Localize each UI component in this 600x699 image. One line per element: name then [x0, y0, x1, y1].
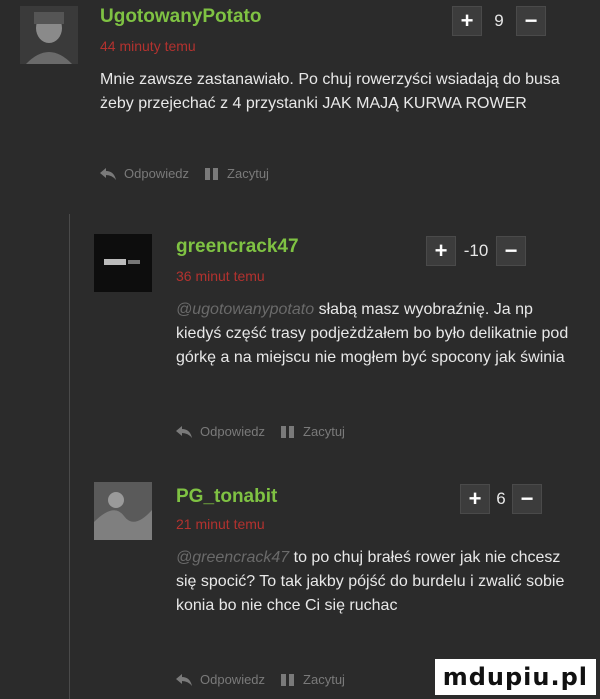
reply-icon [176, 425, 192, 438]
downvote-button[interactable]: − [496, 236, 526, 266]
vote-widget: + -10 − [426, 236, 526, 266]
vote-widget: + 6 − [460, 484, 542, 514]
vote-count: 9 [494, 11, 504, 30]
avatar[interactable] [94, 234, 152, 292]
upvote-button[interactable]: + [426, 236, 456, 266]
quote-button[interactable]: Zacytuj [205, 166, 269, 181]
comment-username[interactable]: UgotowanyPotato [100, 6, 262, 28]
reply-label: Odpowiedz [124, 166, 190, 181]
reply-icon [176, 673, 192, 686]
comment-time: 21 minut temu [176, 516, 265, 532]
quote-icon [281, 673, 295, 686]
comment-mention[interactable]: @greencrack47 [176, 549, 289, 566]
vote-count: -10 [463, 241, 489, 260]
quote-icon [281, 425, 295, 438]
comment-actions: Odpowiedz Zacytuj [176, 424, 345, 439]
quote-label: Zacytuj [303, 672, 345, 687]
reply-button[interactable]: Odpowiedz [176, 672, 265, 687]
upvote-button[interactable]: + [452, 6, 482, 36]
reply-button[interactable]: Odpowiedz [176, 424, 265, 439]
downvote-button[interactable]: − [512, 484, 542, 514]
comment-actions: Odpowiedz Zacytuj [176, 672, 345, 687]
downvote-button[interactable]: − [516, 6, 546, 36]
comment-mention[interactable]: @ugotowanypotato [176, 301, 314, 318]
quote-icon [205, 167, 219, 180]
avatar[interactable] [20, 6, 78, 64]
vote-widget: + 9 − [452, 6, 546, 36]
comment-username[interactable]: PG_tonabit [176, 486, 277, 508]
comment-text: Mnie zawsze zastanawiało. Po chuj rowerz… [100, 71, 560, 112]
reply-label: Odpowiedz [200, 672, 266, 687]
comment-time: 36 minut temu [176, 268, 265, 284]
quote-button[interactable]: Zacytuj [281, 424, 345, 439]
comment-body: @ugotowanypotato słabą masz wyobraźnię. … [176, 298, 570, 370]
comment-body: Mnie zawsze zastanawiało. Po chuj rowerz… [100, 68, 570, 116]
thread-line [69, 214, 70, 699]
comment-username[interactable]: greencrack47 [176, 236, 299, 258]
comment-actions: Odpowiedz Zacytuj [100, 166, 269, 181]
vote-count: 6 [496, 489, 506, 508]
comment-time: 44 minuty temu [100, 38, 196, 54]
reply-button[interactable]: Odpowiedz [100, 166, 189, 181]
comment-body: @greencrack47 to po chuj brałeś rower ja… [176, 546, 584, 618]
reply-icon [100, 167, 116, 180]
quote-button[interactable]: Zacytuj [281, 672, 345, 687]
watermark-logo: mdupiu.pl [434, 659, 596, 695]
quote-label: Zacytuj [303, 424, 345, 439]
reply-label: Odpowiedz [200, 424, 266, 439]
quote-label: Zacytuj [227, 166, 269, 181]
avatar[interactable] [94, 482, 152, 540]
upvote-button[interactable]: + [460, 484, 490, 514]
